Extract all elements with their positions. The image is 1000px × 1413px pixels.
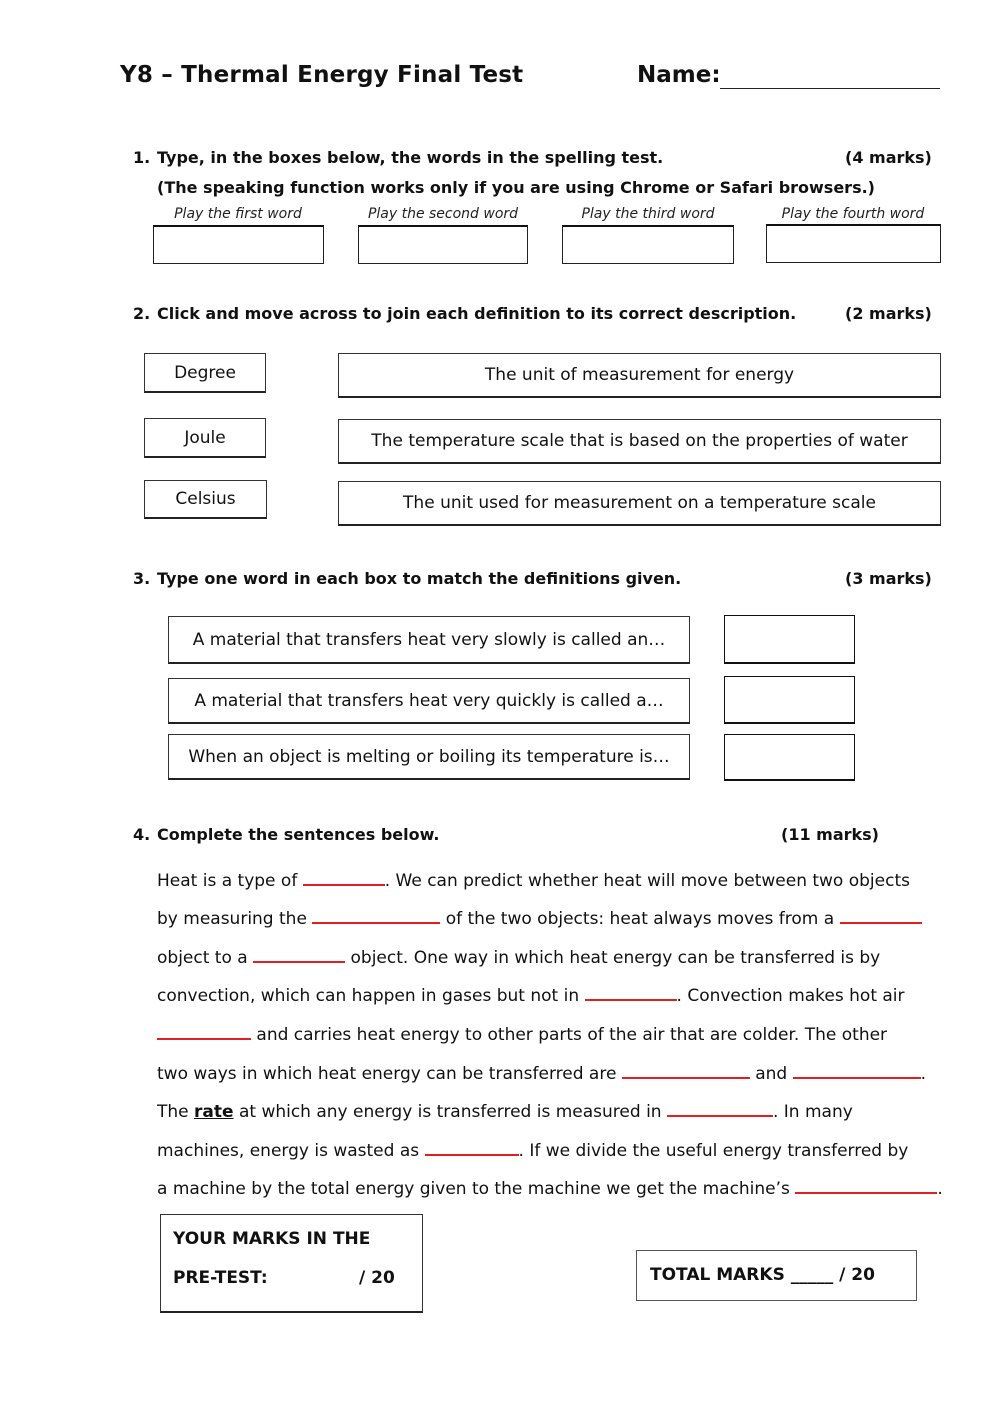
q1-marks: (4 marks) [845,148,932,167]
spelling-input-1[interactable] [153,225,324,264]
q3-number: 3. [133,569,151,588]
spelling-input-3[interactable] [562,225,734,264]
answer-input-3[interactable] [724,734,855,781]
paragraph-line-2: by measuring the of the two objects: hea… [157,908,922,929]
total-marks-box: TOTAL MARKS _____ / 20 [636,1250,917,1301]
paragraph-line-7: The rate at which any energy is transfer… [157,1101,853,1122]
q1-number: 1. [133,148,151,167]
text: . [920,1064,927,1084]
q1-note: (The speaking function works only if you… [157,178,875,197]
q3-instruction: Type one word in each box to match the d… [157,569,682,588]
blank-6[interactable] [157,1024,251,1040]
blank-11[interactable] [795,1178,938,1194]
paragraph-line-4: convection, which can happen in gases bu… [157,985,905,1006]
definition-constant: When an object is melting or boiling its… [168,734,690,780]
paragraph-line-8: machines, energy is wasted as . If we di… [157,1140,908,1161]
name-line [720,88,940,89]
text: . Convection makes hot air [676,986,905,1006]
play-fourth-word-button[interactable]: Play the fourth word [766,206,940,222]
description-energy-unit[interactable]: The unit of measurement for energy [338,353,941,398]
paragraph-line-1: Heat is a type of . We can predict wheth… [157,870,910,891]
name-label: Name: [637,62,721,88]
q4-marks: (11 marks) [781,825,879,844]
text: machines, energy is wasted as [157,1141,425,1161]
text: convection, which can happen in gases bu… [157,986,585,1006]
spelling-input-4[interactable] [766,224,941,263]
text: two ways in which heat energy can be tra… [157,1064,622,1084]
term-degree[interactable]: Degree [144,353,266,393]
definition-insulator: A material that transfers heat very slow… [168,616,690,664]
term-joule[interactable]: Joule [144,418,266,458]
pretest-line1: YOUR MARKS IN THE [173,1229,371,1249]
answer-input-1[interactable] [724,615,855,664]
text: of the two objects: heat always moves fr… [440,909,840,929]
paragraph-line-3: object to a object. One way in which hea… [157,947,880,968]
q4-number: 4. [133,825,151,844]
text: a machine by the total energy given to t… [157,1179,796,1199]
text: . If we divide the useful energy transfe… [518,1141,909,1161]
play-second-word-button[interactable]: Play the second word [358,206,528,222]
q1-instruction: Type, in the boxes below, the words in t… [157,148,664,167]
blank-7[interactable] [621,1063,750,1079]
answer-input-2[interactable] [724,676,855,724]
term-celsius[interactable]: Celsius [144,480,267,519]
q2-marks: (2 marks) [845,304,932,323]
page-title: Y8 – Thermal Energy Final Test [120,62,524,88]
pretest-total: / 20 [359,1268,395,1288]
text: by measuring the [157,909,313,929]
definition-conductor: A material that transfers heat very quic… [168,678,690,724]
text: and [749,1064,793,1084]
pretest-label: PRE-TEST: [173,1268,268,1288]
q4-instruction: Complete the sentences below. [157,825,440,844]
q2-number: 2. [133,304,151,323]
paragraph-line-9: a machine by the total energy given to t… [157,1178,943,1199]
paragraph-line-5: and carries heat energy to other parts o… [157,1024,887,1045]
blank-10[interactable] [424,1140,519,1156]
text: object to a [157,948,254,968]
q2-instruction: Click and move across to join each defin… [157,304,797,323]
blank-5[interactable] [584,985,677,1001]
text: object. One way in which heat energy can… [345,948,881,968]
paragraph-line-6: two ways in which heat energy can be tra… [157,1063,926,1084]
text: at which any energy is transferred is me… [233,1102,667,1122]
spelling-input-2[interactable] [358,225,528,264]
blank-4[interactable] [253,947,346,963]
total-marks-label: TOTAL MARKS _____ / 20 [650,1265,875,1285]
text: Heat is a type of [157,871,303,891]
text: . We can predict whether heat will move … [384,871,910,891]
blank-1[interactable] [302,870,385,886]
play-third-word-button[interactable]: Play the third word [562,206,734,222]
rate-emphasis: rate [194,1102,234,1122]
q3-marks: (3 marks) [845,569,932,588]
text: and carries heat energy to other parts o… [251,1025,888,1045]
description-water-scale[interactable]: The temperature scale that is based on t… [338,419,941,464]
text: The [157,1102,195,1122]
text: . [937,1179,943,1199]
blank-9[interactable] [666,1101,773,1117]
play-first-word-button[interactable]: Play the first word [153,206,323,222]
description-temperature-unit[interactable]: The unit used for measurement on a tempe… [338,481,941,526]
pretest-marks-box: YOUR MARKS IN THE PRE-TEST: / 20 [160,1214,423,1313]
blank-2[interactable] [312,908,441,924]
text: . In many [772,1102,853,1122]
blank-8[interactable] [792,1063,921,1079]
blank-3[interactable] [839,908,922,924]
